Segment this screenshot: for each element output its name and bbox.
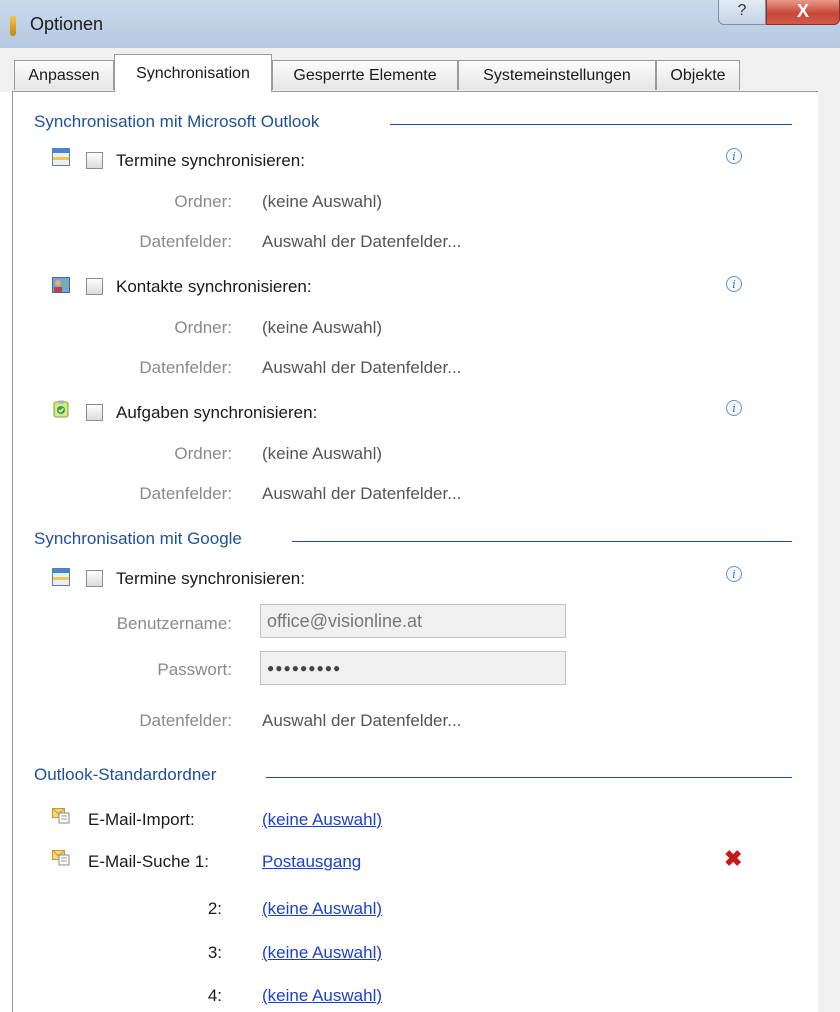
termine-google-checkbox[interactable] [86,570,103,587]
ordner-value[interactable]: (keine Auswahl) [262,192,382,212]
ordner-value[interactable]: (keine Auswahl) [262,444,382,464]
datenfelder-label: Datenfelder: [139,484,232,503]
section-divider [292,541,792,542]
termine-outlook-label: Termine synchronisieren: [116,151,305,170]
passwort-label: Passwort: [157,660,232,679]
help-button[interactable]: ? [718,0,766,25]
section-heading-standardordner: Outlook-Standardordner [34,765,217,784]
tab-objekte[interactable]: Objekte [656,60,740,90]
ordner-label: Ordner: [174,318,232,337]
aufgaben-label: Aufgaben synchronisieren: [116,403,318,422]
contacts-icon [52,277,70,293]
kontakte-checkbox[interactable] [86,278,103,295]
passwort-input[interactable]: ●●●●●●●●● [260,651,566,685]
ordner-label: Ordner: [174,444,232,463]
tab-synchronisation[interactable]: Synchronisation [114,54,272,92]
info-icon[interactable]: i [726,566,742,582]
benutzername-label: Benutzername: [116,614,232,633]
section-divider [266,777,792,778]
section-heading-google: Synchronisation mit Google [34,529,242,548]
termine-outlook-checkbox[interactable] [86,152,103,169]
remove-x-icon[interactable]: ✖ [724,848,742,870]
options-app-icon [10,16,16,36]
section-heading-outlook: Synchronisation mit Microsoft Outlook [34,112,320,131]
window-title: Optionen [30,14,104,34]
info-icon[interactable]: i [726,276,742,292]
info-icon[interactable]: i [726,148,742,164]
info-icon[interactable]: i [726,400,742,416]
mail-icon [52,808,70,824]
section-divider [390,124,792,125]
datenfelder-label: Datenfelder: [139,358,232,377]
datenfelder-value[interactable]: Auswahl der Datenfelder... [262,358,461,378]
tab-gesperrte-elemente[interactable]: Gesperrte Elemente [272,60,458,90]
tab-panel [12,91,818,1012]
kontakte-label: Kontakte synchronisieren: [116,277,312,296]
mail-icon [52,850,70,866]
email-import-label: E-Mail-Import: [88,810,195,829]
ordner-label: Ordner: [174,192,232,211]
calendar-icon [52,568,70,586]
datenfelder-label: Datenfelder: [139,711,232,730]
datenfelder-value[interactable]: Auswahl der Datenfelder... [262,711,461,731]
benutzername-input[interactable]: office@visionline.at [260,604,566,638]
email-suche-number-3: 3: [207,943,222,962]
datenfelder-value[interactable]: Auswahl der Datenfelder... [262,484,461,504]
tab-anpassen[interactable]: Anpassen [14,60,114,90]
close-button[interactable]: X [766,0,840,25]
email-suche-link-1[interactable]: Postausgang [262,852,361,872]
email-suche-link-2[interactable]: (keine Auswahl) [262,899,382,919]
termine-google-label: Termine synchronisieren: [116,569,305,588]
email-suche-number-2: 2: [207,899,222,918]
datenfelder-label: Datenfelder: [139,232,232,251]
panel-gutter [818,92,840,1012]
email-suche-link-3[interactable]: (keine Auswahl) [262,943,382,963]
ordner-value[interactable]: (keine Auswahl) [262,318,382,338]
email-suche-number-4: 4: [207,986,222,1005]
tab-systemeinstellungen[interactable]: Systemeinstellungen [458,60,656,90]
datenfelder-value[interactable]: Auswahl der Datenfelder... [262,232,461,252]
email-suche-label: E-Mail-Suche 1: [88,852,209,871]
panel-notch [806,92,818,144]
aufgaben-checkbox[interactable] [86,404,103,421]
email-import-link[interactable]: (keine Auswahl) [262,810,382,830]
email-suche-link-4[interactable]: (keine Auswahl) [262,986,382,1006]
title-bar [0,0,840,48]
calendar-icon [52,148,70,166]
tasks-icon [53,400,69,418]
